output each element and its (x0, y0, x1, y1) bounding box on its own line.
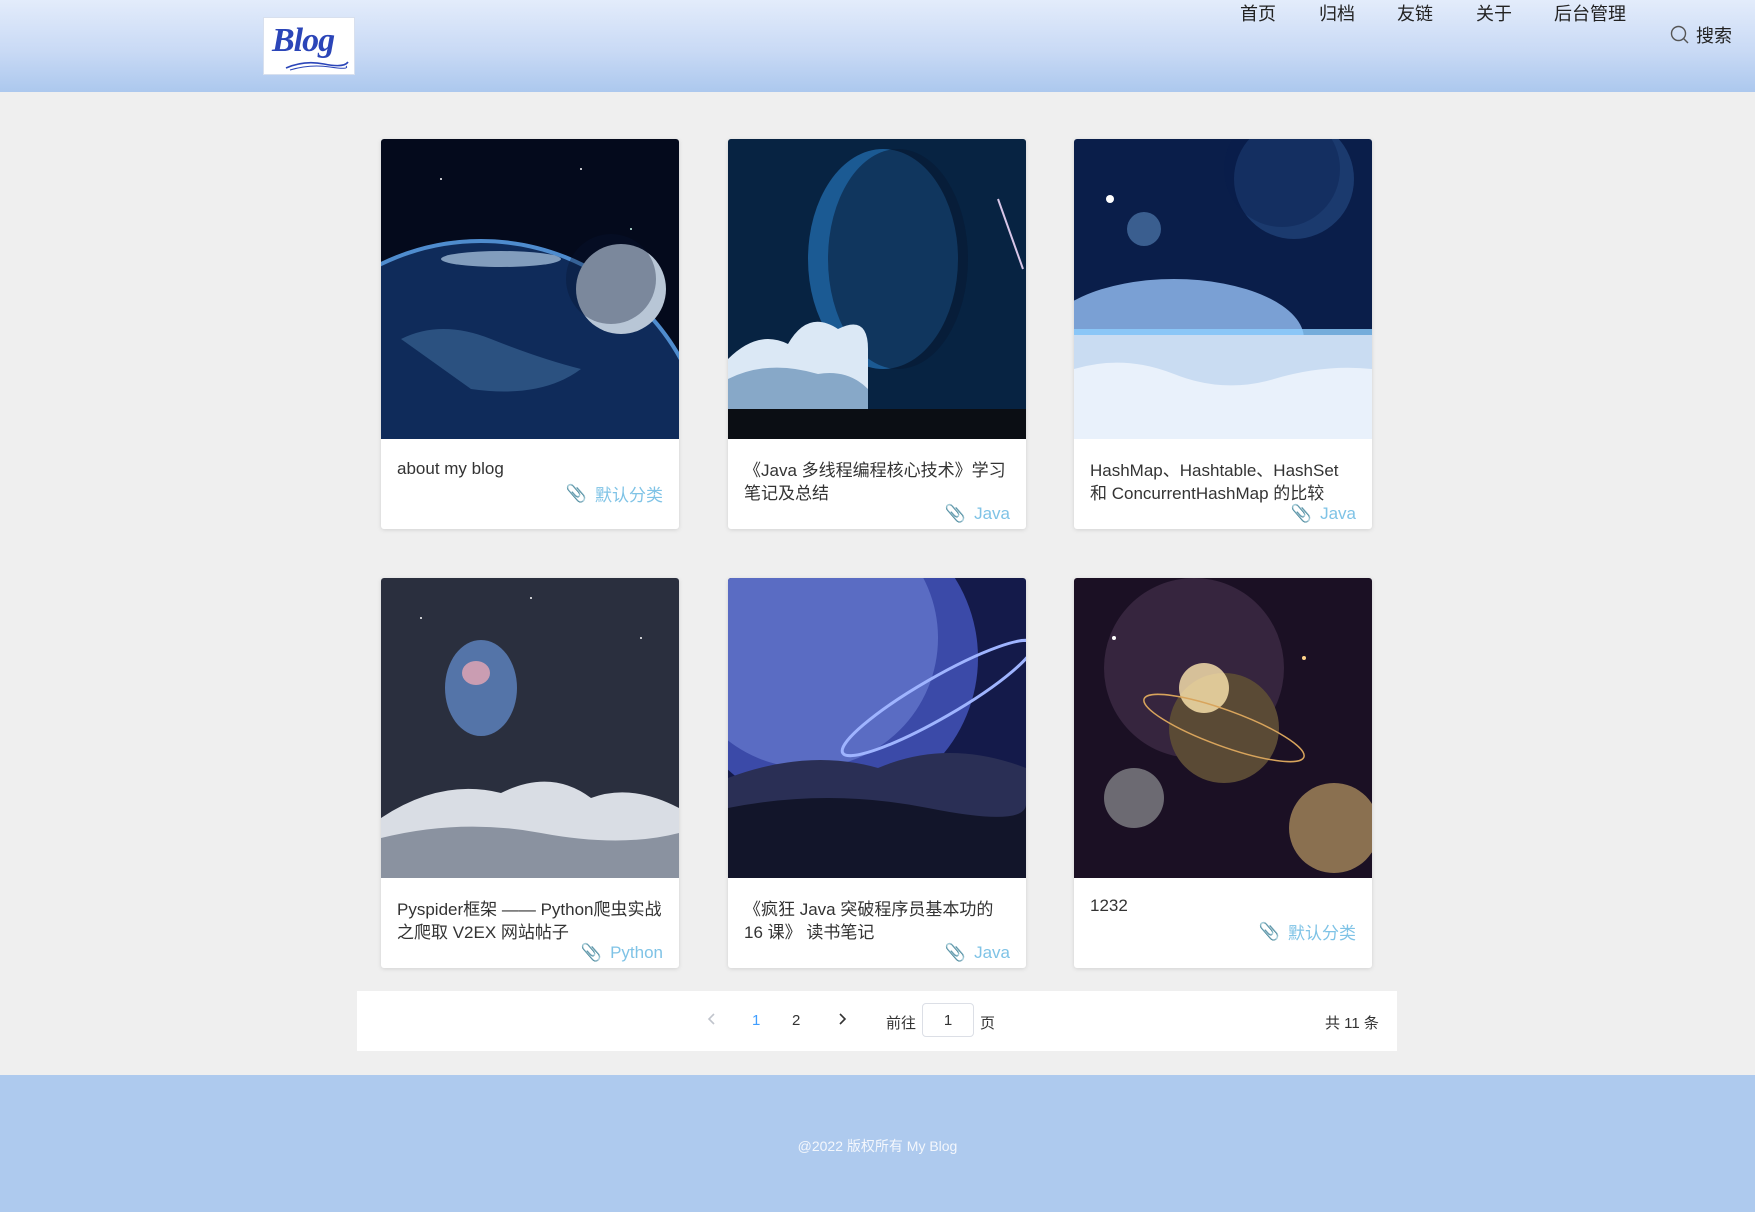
post-title[interactable]: about my blog (397, 457, 663, 480)
post-category-label: Python (610, 943, 663, 962)
pagination: 1 2 前往 页 共 11 条 (357, 991, 1397, 1051)
prev-page-button[interactable] (707, 1012, 717, 1030)
post-title[interactable]: HashMap、Hashtable、HashSet 和 ConcurrentHa… (1090, 459, 1356, 505)
post-card[interactable]: Pyspider框架 —— Python爬虫实战之爬取 V2EX 网站帖子 📎 P… (381, 578, 679, 968)
post-cover-image (728, 139, 1026, 439)
post-category[interactable]: 📎 Java (945, 943, 1010, 963)
post-card[interactable]: 《Java 多线程编程核心技术》学习笔记及总结 📎 Java (728, 139, 1026, 529)
post-category-label: Java (974, 504, 1010, 523)
search-button[interactable]: 搜索 (1670, 22, 1732, 48)
post-card[interactable]: about my blog 📎 默认分类 (381, 139, 679, 529)
nav-item-admin[interactable]: 后台管理 (1554, 0, 1626, 26)
nav-item-about[interactable]: 关于 (1476, 0, 1512, 26)
logo-swoosh-icon (285, 61, 349, 71)
post-cover-image (1074, 139, 1372, 439)
post-title[interactable]: 1232 (1090, 894, 1356, 917)
search-label: 搜索 (1696, 26, 1732, 46)
page-number[interactable]: 2 (792, 1012, 800, 1029)
post-category-label: Java (1320, 504, 1356, 523)
post-card[interactable]: 《疯狂 Java 突破程序员基本功的 16 课》 读书笔记 📎 Java (728, 578, 1026, 968)
nav-item-archive[interactable]: 归档 (1319, 0, 1355, 26)
paperclip-icon: 📎 (580, 943, 603, 962)
post-category-label: 默认分类 (595, 486, 663, 505)
nav-item-home[interactable]: 首页 (1240, 0, 1276, 26)
post-title[interactable]: 《疯狂 Java 突破程序员基本功的 16 课》 读书笔记 (744, 898, 1010, 944)
chevron-right-icon (839, 1013, 847, 1025)
goto-page-input[interactable] (922, 1003, 974, 1037)
paperclip-icon: 📎 (944, 504, 967, 523)
post-title[interactable]: 《Java 多线程编程核心技术》学习笔记及总结 (744, 459, 1010, 505)
post-category-label: Java (974, 943, 1010, 962)
paperclip-icon: 📎 (944, 943, 967, 962)
post-category[interactable]: 📎 Java (1291, 504, 1356, 524)
page-number[interactable]: 1 (752, 1012, 760, 1029)
logo-text: Blog (272, 22, 335, 59)
post-category[interactable]: 📎 Java (945, 504, 1010, 524)
post-cover-image (381, 578, 679, 878)
paperclip-icon: 📎 (1290, 504, 1313, 523)
chevron-left-icon (707, 1013, 715, 1025)
paperclip-icon: 📎 (565, 483, 587, 503)
footer: @2022 版权所有 My Blog (0, 1075, 1755, 1212)
search-icon (1670, 25, 1689, 44)
post-category[interactable]: 📎 默认分类 (566, 481, 663, 506)
post-category[interactable]: 📎 默认分类 (1259, 919, 1356, 944)
post-title[interactable]: Pyspider框架 —— Python爬虫实战之爬取 V2EX 网站帖子 (397, 898, 663, 944)
site-logo[interactable]: Blog (263, 17, 355, 75)
paperclip-icon: 📎 (1258, 921, 1280, 941)
post-cover-image (381, 139, 679, 439)
post-cover-image (1074, 578, 1372, 878)
post-card[interactable]: HashMap、Hashtable、HashSet 和 ConcurrentHa… (1074, 139, 1372, 529)
nav-item-links[interactable]: 友链 (1397, 0, 1433, 26)
next-page-button[interactable] (837, 1012, 847, 1030)
total-count: 共 11 条 (1325, 1015, 1379, 1032)
goto-suffix: 页 (980, 1015, 996, 1032)
goto-prefix: 前往 (886, 1015, 917, 1032)
post-cover-image (728, 578, 1026, 878)
post-category[interactable]: 📎 Python (581, 943, 663, 963)
copyright-text: @2022 版权所有 My Blog (797, 1138, 958, 1154)
post-category-label: 默认分类 (1288, 924, 1356, 943)
top-navbar: Blog 首页 归档 友链 关于 后台管理 搜索 (0, 0, 1755, 92)
post-card[interactable]: 1232 📎 默认分类 (1074, 578, 1372, 968)
